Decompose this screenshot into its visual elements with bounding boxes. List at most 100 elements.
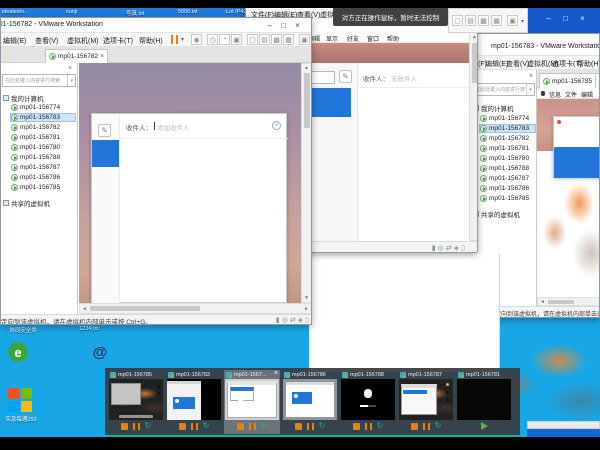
menu-view[interactable]: 查看(V) [35, 36, 58, 46]
pause-button[interactable] [133, 423, 140, 430]
snapshot-settings-icon[interactable]: ▣ [231, 34, 242, 45]
compose-icon[interactable]: ✎ [339, 70, 352, 83]
vm-list-item[interactable]: mp01-156787 [11, 164, 60, 171]
search-dropdown-icon[interactable]: ▾ [526, 84, 534, 95]
mac-menu-info[interactable]: 信息 [549, 90, 561, 99]
snapshot-manage-icon[interactable]: ◉ [191, 34, 202, 45]
maximize-button[interactable]: □ [277, 19, 290, 31]
tree-root-my-computer[interactable]: 我的计算机 [473, 103, 514, 113]
stop-button[interactable] [411, 423, 418, 430]
preview-screenshot[interactable] [283, 379, 337, 420]
mac-menu-window[interactable]: 窗口 [367, 34, 379, 43]
pause-button[interactable] [249, 423, 256, 430]
vm-list-item[interactable]: mp01-156780 [480, 155, 529, 162]
desktop-file-label[interactable]: 5000.txt [178, 9, 212, 15]
scrollbar-thumb[interactable] [90, 306, 200, 311]
close-button[interactable]: × [576, 12, 589, 24]
title-bar[interactable]: mp01-156783 - VMware Workstation [468, 34, 600, 56]
menu-vm[interactable]: 虚拟机(M) [67, 36, 99, 46]
view-tabs-icon[interactable]: ▤ [465, 15, 476, 26]
vm-list-item[interactable]: mp01-156774 [480, 115, 529, 122]
scroll-up-icon[interactable]: ▲ [304, 65, 309, 71]
compose-icon[interactable]: ✎ [98, 124, 111, 137]
view-tabs-icon[interactable]: ▤ [259, 34, 270, 45]
pause-button[interactable] [423, 423, 430, 430]
message-log-icon[interactable]: ▯ [461, 245, 465, 252]
taskbar-preview[interactable]: mp01-156783 ↻ [166, 370, 222, 434]
menu-help[interactable]: 帮助(H) [577, 59, 600, 69]
snapshot-take-icon[interactable]: ◷ [207, 34, 218, 45]
browser-e-icon[interactable]: e [8, 342, 28, 362]
cd-icon[interactable]: ◎ [438, 245, 444, 252]
tab-active-vm[interactable]: mp01-156782 × [45, 49, 108, 63]
taskbar-preview[interactable]: mp01-156785 ↻ [108, 370, 164, 434]
library-search-input[interactable]: 在此处键入内容进行搜索 ▾ [2, 74, 76, 87]
add-recipient-icon[interactable]: + [272, 121, 281, 130]
menu-edit[interactable]: 编辑(E) [3, 36, 26, 46]
unity-icon[interactable]: ▣ [299, 34, 310, 45]
vm-list-item[interactable]: mp01-156774 [11, 104, 60, 111]
cd-icon[interactable]: ◎ [282, 317, 288, 324]
vm-list-item[interactable]: mp01-156787 [480, 175, 529, 182]
menu-view[interactable]: 查看(V) [506, 59, 529, 69]
apple-icon[interactable] [541, 91, 545, 96]
mac-menu-display[interactable]: 显示 [326, 34, 338, 43]
menu-help[interactable]: 帮助(H) [139, 36, 163, 46]
desktop-icon-label[interactable]: 实息每通293 [0, 415, 42, 423]
minimize-button[interactable]: – [542, 12, 555, 24]
pause-button[interactable] [365, 423, 372, 430]
maximize-button[interactable]: □ [559, 12, 572, 24]
taskbar-preview[interactable]: mp01-156781 [456, 370, 512, 434]
scrollbar-thumb[interactable] [472, 43, 477, 83]
desktop-icon-label[interactable]: 协同安全类 [0, 326, 46, 334]
taskbar-preview[interactable]: mp01-156788 ↻ [340, 370, 396, 434]
stop-button[interactable] [295, 423, 302, 430]
stop-button[interactable] [353, 423, 360, 430]
tree-shared-vms[interactable]: 共享的虚拟机 [3, 198, 50, 208]
reset-button[interactable]: ↻ [319, 422, 326, 430]
vm-vertical-scrollbar[interactable]: ▲ ▼ [301, 63, 312, 303]
vm-list-item[interactable]: mp01-156788 [11, 154, 60, 161]
scroll-down-icon[interactable]: ▼ [304, 295, 309, 301]
reset-button[interactable]: ↻ [377, 422, 384, 430]
vm-horizontal-scrollbar[interactable]: ◄ ► [79, 303, 312, 314]
stop-button[interactable] [237, 423, 244, 430]
menu-tabs[interactable]: 选项卡(T) [103, 36, 133, 46]
view-console-icon[interactable]: ▢ [452, 15, 463, 26]
desktop-icon-label[interactable]: 1234.txt [70, 326, 108, 332]
scrollbar-thumb[interactable] [304, 73, 310, 128]
suspend-caret-icon[interactable]: ▾ [181, 36, 184, 43]
menu-edit[interactable]: 编辑(E) [485, 59, 508, 69]
preview-close-icon[interactable]: × [274, 370, 278, 377]
preview-screenshot[interactable] [341, 379, 395, 420]
suspend-button[interactable] [171, 35, 178, 44]
windows-logo-icon[interactable] [8, 388, 32, 412]
taskbar-preview-hovered[interactable]: × mp01-1567... ↻ [224, 370, 280, 434]
preview-screenshot[interactable] [457, 379, 511, 420]
tab-close-icon[interactable]: × [100, 53, 104, 60]
minimize-button[interactable]: – [263, 19, 276, 31]
disk-icon[interactable]: ▮ [276, 317, 280, 324]
selected-conversation[interactable] [92, 140, 119, 167]
view-console-icon[interactable]: ▢ [247, 34, 258, 45]
vm-list-item[interactable]: mp01-156788 [480, 165, 529, 172]
view-grid-icon[interactable]: ▩ [478, 15, 489, 26]
vm-list-item[interactable]: mp01-156780 [11, 144, 60, 151]
disk-icon[interactable]: ▮ [432, 245, 436, 252]
mac-menu-file[interactable]: 文件 [565, 90, 577, 99]
snapshot-revert-icon[interactable]: ◔ [219, 34, 230, 45]
sound-icon[interactable]: ◈ [454, 245, 459, 252]
mac-close-dot-icon[interactable] [557, 120, 561, 124]
close-library-icon[interactable]: × [68, 65, 72, 72]
mac-menu-friends[interactable]: 好友 [347, 34, 359, 43]
close-button[interactable]: × [291, 19, 304, 31]
vm-list-item[interactable]: mp01-156785 [480, 195, 529, 202]
vm-list-item[interactable]: mp01-156781 [11, 134, 60, 141]
vm-horizontal-scrollbar[interactable]: ◄ [537, 297, 600, 306]
scroll-up-icon[interactable]: ▲ [472, 34, 477, 40]
vm-list-item[interactable]: mp01-156782 [480, 135, 529, 142]
network-icon[interactable]: ⇄ [290, 317, 296, 324]
desktop-file-label[interactable]: 写真.txt [126, 9, 160, 17]
reset-button[interactable]: ↻ [203, 422, 210, 430]
tree-shared-vms[interactable]: 共享的虚拟机 [473, 209, 520, 219]
